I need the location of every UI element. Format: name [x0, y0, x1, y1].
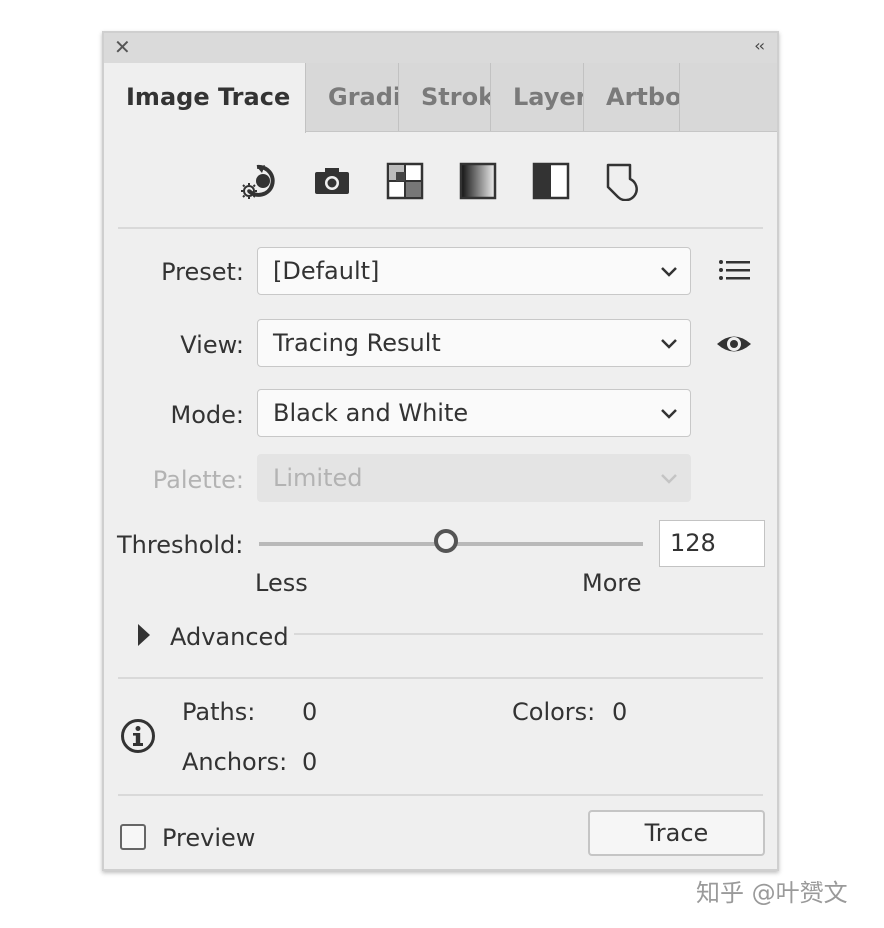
preview-label[interactable]: Preview: [162, 824, 255, 852]
image-trace-panel: ✕ ‹‹ Image Trace Gradi Strok Layer Artbo: [102, 31, 779, 871]
view-label: View:: [180, 331, 244, 359]
anchors-value: 0: [302, 748, 318, 776]
preset-dropdown[interactable]: [Default]: [257, 247, 691, 295]
colors-value: 0: [612, 698, 628, 726]
mode-dropdown[interactable]: Black and White: [257, 389, 691, 437]
camera-icon[interactable]: [312, 161, 352, 201]
paths-label: Paths:: [182, 698, 256, 726]
chevron-down-icon: [661, 267, 677, 277]
chevron-down-icon: [661, 409, 677, 419]
divider: [118, 677, 763, 679]
anchors-label: Anchors:: [182, 748, 288, 776]
grayscale-icon[interactable]: [458, 161, 498, 201]
threshold-label: Threshold:: [117, 531, 244, 559]
advanced-divider: [294, 633, 763, 635]
threshold-slider-thumb[interactable]: [434, 529, 458, 553]
manage-presets-menu-icon[interactable]: [716, 252, 754, 290]
tab-image-trace[interactable]: Image Trace: [104, 63, 306, 133]
tab-stroke[interactable]: Strok: [399, 63, 491, 131]
preset-value: [Default]: [273, 257, 380, 285]
preview-checkbox[interactable]: [120, 824, 146, 850]
mode-label: Mode:: [170, 401, 244, 429]
view-value: Tracing Result: [273, 329, 441, 357]
preset-button-row: [104, 161, 777, 201]
advanced-toggle[interactable]: Advanced: [170, 623, 289, 651]
auto-color-icon[interactable]: [239, 161, 279, 201]
watermark: 知乎 @叶赟文: [696, 879, 848, 907]
paths-value: 0: [302, 698, 318, 726]
eye-icon[interactable]: [715, 325, 753, 363]
disclosure-triangle-icon[interactable]: [136, 622, 152, 648]
threshold-more-label: More: [582, 569, 642, 597]
threshold-value-field[interactable]: 128: [659, 520, 765, 567]
divider: [118, 227, 763, 229]
low-color-icon[interactable]: [385, 161, 425, 201]
info-icon: [121, 719, 155, 753]
view-dropdown[interactable]: Tracing Result: [257, 319, 691, 367]
panel-tab-bar: Image Trace Gradi Strok Layer Artbo: [104, 63, 777, 133]
tab-artboards[interactable]: Artbo: [584, 63, 680, 131]
tab-gradient[interactable]: Gradi: [306, 63, 399, 131]
colors-label: Colors:: [512, 698, 596, 726]
tab-layers[interactable]: Layer: [491, 63, 584, 131]
palette-dropdown: Limited: [257, 454, 691, 502]
chevron-down-icon: [661, 474, 677, 484]
panel-titlebar: ✕ ‹‹: [104, 33, 777, 63]
palette-label: Palette:: [152, 466, 244, 494]
collapse-panel-icon[interactable]: ‹‹: [754, 38, 765, 54]
mode-value: Black and White: [273, 399, 469, 427]
threshold-less-label: Less: [255, 569, 308, 597]
black-and-white-icon[interactable]: [531, 161, 571, 201]
trace-button[interactable]: Trace: [588, 810, 765, 856]
preset-label: Preset:: [161, 258, 244, 286]
close-icon[interactable]: ✕: [114, 37, 131, 57]
chevron-down-icon: [661, 339, 677, 349]
palette-value: Limited: [273, 464, 363, 492]
outline-icon[interactable]: [604, 161, 644, 201]
divider: [118, 794, 763, 796]
